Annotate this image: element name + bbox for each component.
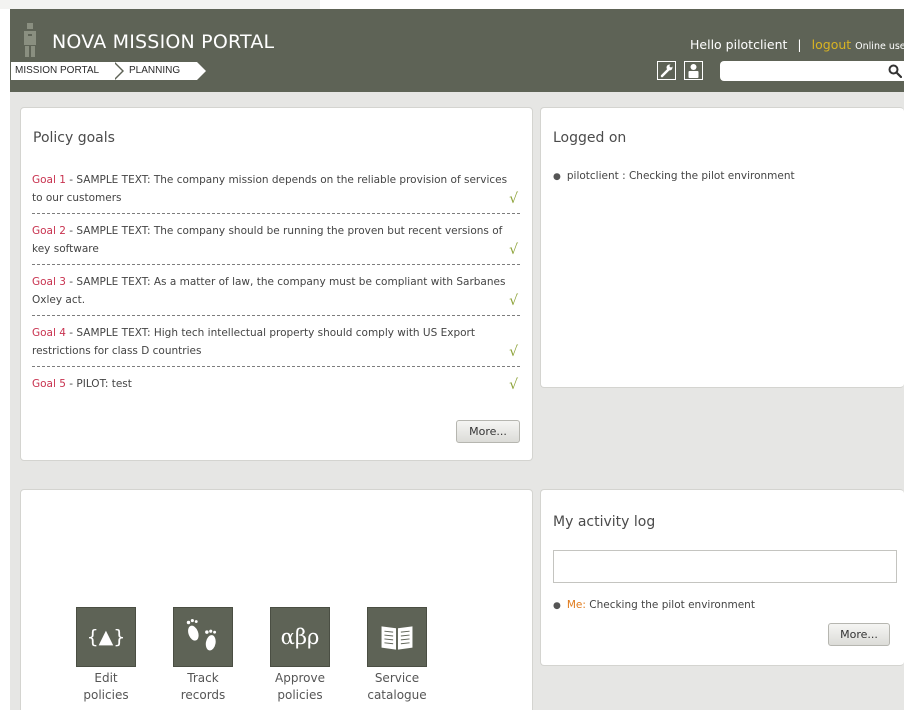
activity-log-title: My activity log — [553, 514, 656, 530]
divider — [32, 315, 520, 316]
logged-on-title: Logged on — [553, 130, 627, 146]
footprints-icon — [186, 619, 217, 651]
goal-item[interactable]: Goal 5 - PILOT: test √ — [32, 375, 520, 393]
activity-text: Checking the pilot environment — [585, 599, 755, 611]
portal-logo-icon — [24, 23, 36, 57]
book-icon — [381, 626, 413, 650]
track-records-app[interactable] — [173, 607, 233, 667]
greek-letters-icon: αβρ — [280, 625, 320, 649]
breadcrumb: MISSION PORTAL PLANNING — [11, 62, 206, 80]
check-icon: √ — [509, 242, 518, 258]
goal-text: - SAMPLE TEXT: High tech intellectual pr… — [32, 327, 475, 357]
goal-text: - SAMPLE TEXT: The company should be run… — [32, 225, 503, 255]
profile-button[interactable] — [684, 61, 703, 80]
user-icon — [688, 64, 699, 78]
app-label-line: Approve — [275, 671, 325, 685]
goal-text: - SAMPLE TEXT: The company mission depen… — [32, 174, 508, 204]
left-edge — [0, 92, 10, 710]
user-greeting-area: Hello pilotclient | logoutOnline users: — [690, 37, 904, 52]
goal-item[interactable]: Goal 4 - SAMPLE TEXT: High tech intellec… — [32, 324, 520, 360]
app-label-line: Service — [374, 671, 420, 685]
check-icon: √ — [509, 293, 518, 309]
check-icon: √ — [509, 377, 518, 393]
edit-policies-label[interactable]: Edit policies — [66, 670, 146, 704]
app-label-line: policies — [277, 688, 323, 702]
goal-text: - SAMPLE TEXT: As a matter of law, the c… — [32, 276, 506, 306]
track-records-label[interactable]: Track records — [163, 670, 243, 704]
separator: | — [797, 37, 802, 52]
greeting-text: Hello pilotclient — [690, 37, 788, 52]
edit-policies-app[interactable]: {▲} — [76, 607, 136, 667]
policy-goals-title: Policy goals — [33, 130, 115, 146]
portal-title: NOVA MISSION PORTAL — [52, 31, 275, 53]
activity-input[interactable] — [553, 550, 897, 583]
edit-policies-icon: {▲} — [86, 626, 126, 648]
logout-link[interactable]: logout — [812, 37, 852, 52]
settings-button[interactable] — [657, 61, 676, 80]
activity-author: Me: — [566, 599, 586, 611]
goal-label[interactable]: Goal 3 — [32, 276, 66, 288]
app-label-line: records — [180, 688, 226, 702]
app-label-line: Track — [187, 671, 219, 685]
goal-label[interactable]: Goal 2 — [32, 225, 66, 237]
app-label-line: policies — [83, 688, 129, 702]
check-icon: √ — [509, 191, 518, 207]
logged-on-text: pilotclient : Checking the pilot environ… — [566, 170, 795, 182]
bullet-icon: ● — [553, 172, 561, 182]
check-icon: √ — [509, 344, 518, 360]
approve-policies-label[interactable]: Approve policies — [260, 670, 340, 704]
divider — [32, 264, 520, 265]
top-strip — [0, 0, 320, 9]
wrench-icon — [660, 64, 673, 78]
app-label-line: catalogue — [367, 688, 427, 702]
breadcrumb-mission-portal[interactable]: MISSION PORTAL — [11, 62, 124, 80]
service-catalogue-label[interactable]: Service catalogue — [357, 670, 437, 704]
goal-label[interactable]: Goal 5 — [32, 378, 66, 390]
divider — [32, 213, 520, 214]
logged-on-panel — [540, 107, 904, 388]
activity-more-button[interactable]: More... — [828, 623, 890, 646]
goal-item[interactable]: Goal 1 - SAMPLE TEXT: The company missio… — [32, 171, 520, 207]
breadcrumb-planning[interactable]: PLANNING — [113, 62, 206, 80]
policy-more-button[interactable]: More... — [456, 420, 520, 443]
service-catalogue-app[interactable] — [367, 607, 427, 667]
goal-label[interactable]: Goal 1 — [32, 174, 66, 186]
divider — [32, 366, 520, 367]
goal-text: - PILOT: test — [65, 378, 132, 390]
goal-item[interactable]: Goal 3 - SAMPLE TEXT: As a matter of law… — [32, 273, 520, 309]
app-label-line: Edit — [94, 671, 118, 685]
activity-entry: ● Me: Checking the pilot environment — [553, 599, 755, 611]
goal-label[interactable]: Goal 4 — [32, 327, 66, 339]
search-box — [720, 61, 904, 81]
bullet-icon: ● — [553, 601, 561, 611]
search-input[interactable] — [726, 63, 876, 79]
online-users-label[interactable]: Online users: — [855, 41, 904, 52]
goal-item[interactable]: Goal 2 - SAMPLE TEXT: The company should… — [32, 222, 520, 258]
search-icon[interactable] — [888, 64, 902, 78]
logged-on-entry: ● pilotclient : Checking the pilot enviro… — [553, 170, 795, 182]
approve-policies-app[interactable]: αβρ — [270, 607, 330, 667]
